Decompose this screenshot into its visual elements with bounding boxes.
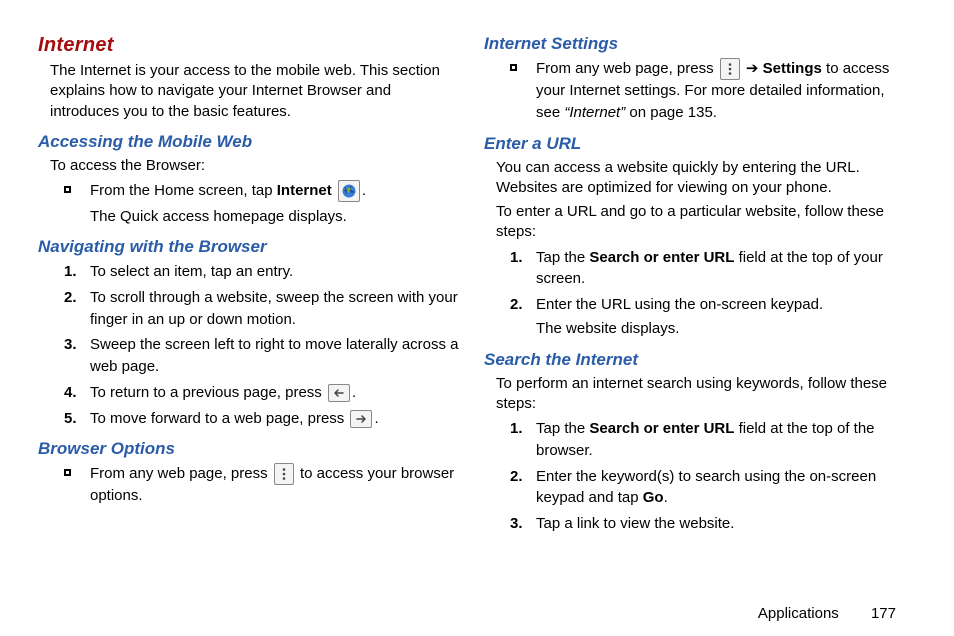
nav4-pre: To return to a previous page, press	[90, 384, 326, 401]
heading-navigating: Navigating with the Browser	[38, 237, 460, 257]
s1-bold: Search or enter URL	[589, 420, 734, 437]
accessing-step-pre: From the Home screen, tap	[90, 182, 277, 199]
accessing-intro: To access the Browser:	[50, 156, 460, 176]
eu2: Enter the URL using the on-screen keypad…	[536, 296, 823, 313]
is-ref: “Internet”	[564, 104, 625, 121]
internet-settings-step: From any web page, press ➔ Settings to a…	[484, 58, 906, 124]
footer-section: Applications	[758, 605, 839, 622]
nav4-post: .	[352, 384, 356, 401]
navigating-list: To select an item, tap an entry. To scro…	[38, 261, 460, 429]
page-container: Internet The Internet is your access to …	[0, 0, 954, 636]
enter-url-item: Enter the URL using the on-screen keypad…	[484, 294, 906, 340]
enter-url-p2: To enter a URL and go to a particular we…	[496, 202, 906, 243]
search-item: Enter the keyword(s) to search using the…	[484, 466, 906, 510]
s2-bold: Go	[643, 489, 664, 506]
nav5-pre: To move forward to a web page, press	[90, 410, 348, 427]
search-list: Tap the Search or enter URL field at the…	[484, 418, 906, 535]
navigating-item: To return to a previous page, press .	[38, 382, 460, 404]
heading-internet-settings: Internet Settings	[484, 34, 906, 54]
eu1-pre: Tap the	[536, 249, 589, 266]
forward-arrow-icon	[350, 410, 372, 428]
navigating-item: Sweep the screen left to right to move l…	[38, 334, 460, 378]
navigating-item: To select an item, tap an entry.	[38, 261, 460, 283]
s2-post: .	[664, 489, 668, 506]
intro-text: The Internet is your access to the mobil…	[50, 61, 460, 122]
heading-search: Search the Internet	[484, 350, 906, 370]
search-item: Tap the Search or enter URL field at the…	[484, 418, 906, 462]
accessing-result: The Quick access homepage displays.	[38, 206, 460, 227]
s1-pre: Tap the	[536, 420, 589, 437]
accessing-step: From the Home screen, tap Internet .	[38, 180, 460, 202]
menu-dots-icon	[720, 58, 740, 80]
page-footer: Applications 177	[758, 605, 896, 622]
search-intro: To perform an internet search using keyw…	[496, 374, 906, 415]
is-mid: ➔	[742, 60, 763, 77]
is-refpost: on page 135.	[625, 104, 717, 121]
internet-globe-icon	[338, 180, 360, 202]
heading-accessing: Accessing the Mobile Web	[38, 132, 460, 152]
enter-url-list: Tap the Search or enter URL field at the…	[484, 247, 906, 340]
browser-options-step: From any web page, press to access your …	[38, 463, 460, 507]
heading-browser-options: Browser Options	[38, 439, 460, 459]
is-bold: Settings	[763, 60, 822, 77]
heading-internet: Internet	[38, 34, 460, 57]
footer-page-number: 177	[871, 605, 896, 622]
eu2-result: The website displays.	[536, 318, 906, 340]
left-column: Internet The Internet is your access to …	[38, 34, 460, 626]
back-arrow-icon	[328, 384, 350, 402]
right-column: Internet Settings From any web page, pre…	[484, 34, 906, 626]
accessing-step-post: .	[362, 182, 366, 199]
search-item: Tap a link to view the website.	[484, 513, 906, 535]
is-pre: From any web page, press	[536, 60, 718, 77]
enter-url-p1: You can access a website quickly by ente…	[496, 158, 906, 199]
navigating-item: To scroll through a website, sweep the s…	[38, 287, 460, 331]
nav5-post: .	[374, 410, 378, 427]
eu1-bold: Search or enter URL	[589, 249, 734, 266]
s2-pre: Enter the keyword(s) to search using the…	[536, 468, 876, 507]
heading-enter-url: Enter a URL	[484, 134, 906, 154]
navigating-item: To move forward to a web page, press .	[38, 408, 460, 430]
menu-dots-icon	[274, 463, 294, 485]
bo-pre: From any web page, press	[90, 465, 272, 482]
accessing-step-bold: Internet	[277, 182, 332, 199]
enter-url-item: Tap the Search or enter URL field at the…	[484, 247, 906, 291]
